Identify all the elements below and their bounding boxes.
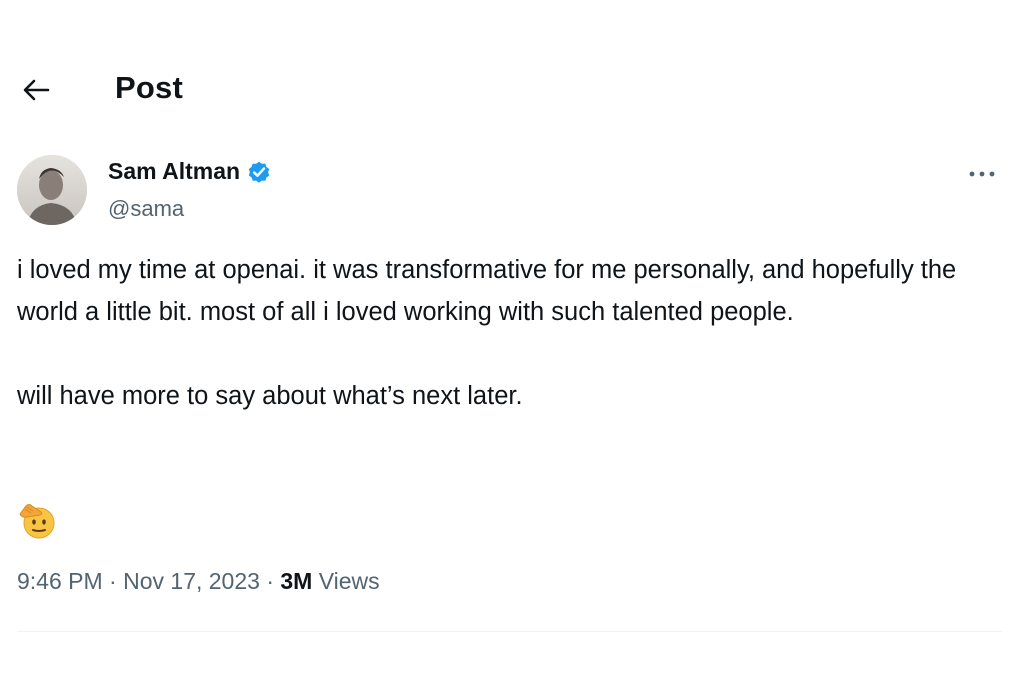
more-options-button[interactable]	[962, 159, 1002, 189]
page-title: Post	[115, 70, 183, 105]
back-button[interactable]	[14, 72, 58, 108]
arrow-left-icon	[23, 79, 50, 101]
author-name-text: Sam Altman	[108, 158, 241, 184]
post-paragraph: will have more to say about what’s next …	[17, 382, 523, 410]
avatar[interactable]	[17, 155, 87, 225]
post-timestamp[interactable]: 9:46 PM	[17, 568, 103, 594]
author-name[interactable]: Sam Altman	[108, 158, 272, 185]
views-label: Views	[318, 568, 380, 594]
post-date[interactable]: Nov 17, 2023	[123, 568, 260, 594]
meta-separator: ·	[109, 568, 117, 594]
post-paragraph: i loved my time at openai. it was transf…	[17, 256, 957, 326]
post-text: i loved my time at openai. it was transf…	[17, 249, 1002, 417]
author-handle[interactable]: @sama	[108, 196, 184, 222]
verified-badge-icon	[248, 161, 270, 183]
divider	[17, 631, 1002, 632]
page-header: Post	[0, 64, 1024, 116]
views-count: 3M	[280, 568, 313, 594]
post-meta: 9:46 PM · Nov 17, 2023 · 3M Views	[17, 568, 380, 595]
more-horizontal-icon	[969, 171, 995, 177]
saluting-face-icon	[19, 504, 55, 539]
meta-separator: ·	[266, 568, 274, 594]
